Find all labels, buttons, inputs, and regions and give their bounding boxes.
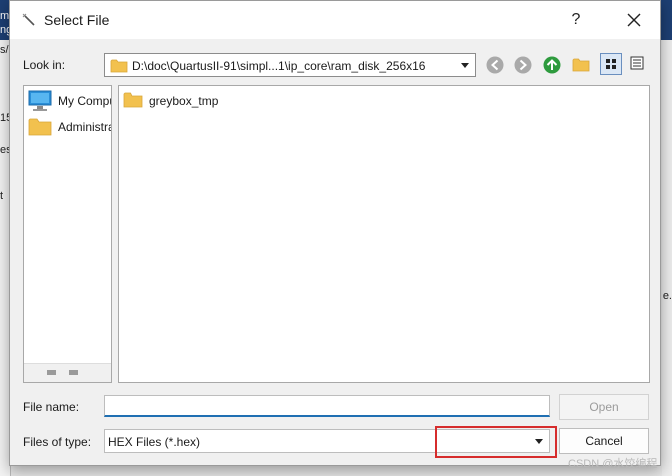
back-button[interactable] — [485, 55, 505, 75]
sidebar-scrollbar[interactable] — [24, 363, 111, 382]
select-file-dialog: Select File ? Look in: D:\doc\QuartusII-… — [9, 0, 661, 466]
close-icon — [627, 13, 641, 27]
list-item[interactable]: greybox_tmp — [123, 91, 243, 111]
forward-button[interactable] — [513, 55, 533, 75]
look-in-path: D:\doc\QuartusII-91\simpl...1\ip_core\ra… — [132, 59, 426, 73]
chevron-down-icon — [535, 439, 543, 444]
watermark: CSDN @水饺编程 — [568, 458, 658, 470]
background-text: e. — [662, 290, 672, 302]
open-button[interactable]: Open — [559, 394, 649, 420]
title-bar[interactable]: Select File ? — [10, 1, 660, 39]
file-type-value: HEX Files (*.hex) — [108, 435, 201, 449]
background-text: s/ — [0, 44, 9, 56]
grid-view-icon — [606, 59, 616, 69]
wand-icon — [22, 13, 35, 26]
sidebar-item-label: Administrator — [58, 120, 111, 134]
close-button[interactable] — [614, 5, 654, 35]
background-text: m — [0, 10, 10, 22]
scroll-grip — [69, 370, 78, 375]
cancel-button[interactable]: Cancel — [559, 428, 649, 454]
chevron-down-icon — [461, 63, 469, 68]
computer-icon — [28, 90, 52, 111]
background-text: t — [0, 190, 4, 202]
look-in-dropdown[interactable]: D:\doc\QuartusII-91\simpl...1\ip_core\ra… — [104, 53, 476, 77]
list-view-button[interactable] — [600, 53, 622, 75]
sidebar-places: My Computer Administrator — [23, 85, 112, 383]
scroll-grip — [47, 370, 56, 375]
file-name-input[interactable] — [104, 395, 550, 417]
sidebar-item-administrator[interactable]: Administrator — [28, 116, 111, 138]
folder-icon — [110, 59, 128, 73]
file-name-label: File name: — [23, 400, 80, 414]
file-type-label: Files of type: — [23, 435, 92, 449]
dialog-title: Select File — [44, 12, 110, 28]
new-folder-button[interactable] — [571, 55, 591, 75]
look-in-label: Look in: — [23, 58, 66, 72]
sidebar-item-label: My Computer — [58, 94, 111, 108]
help-button[interactable]: ? — [558, 5, 594, 35]
file-type-dropdown[interactable]: HEX Files (*.hex) — [104, 429, 550, 453]
parent-folder-button[interactable] — [542, 55, 562, 75]
detail-view-icon — [630, 56, 644, 70]
file-name-text: greybox_tmp — [149, 94, 219, 108]
sidebar-item-my-computer[interactable]: My Computer — [28, 90, 111, 112]
folder-icon — [28, 118, 52, 136]
file-list: greybox_tmp — [118, 85, 650, 383]
folder-icon — [123, 92, 143, 108]
background-right-panel: e. — [662, 40, 672, 476]
detail-view-button[interactable] — [627, 53, 649, 75]
